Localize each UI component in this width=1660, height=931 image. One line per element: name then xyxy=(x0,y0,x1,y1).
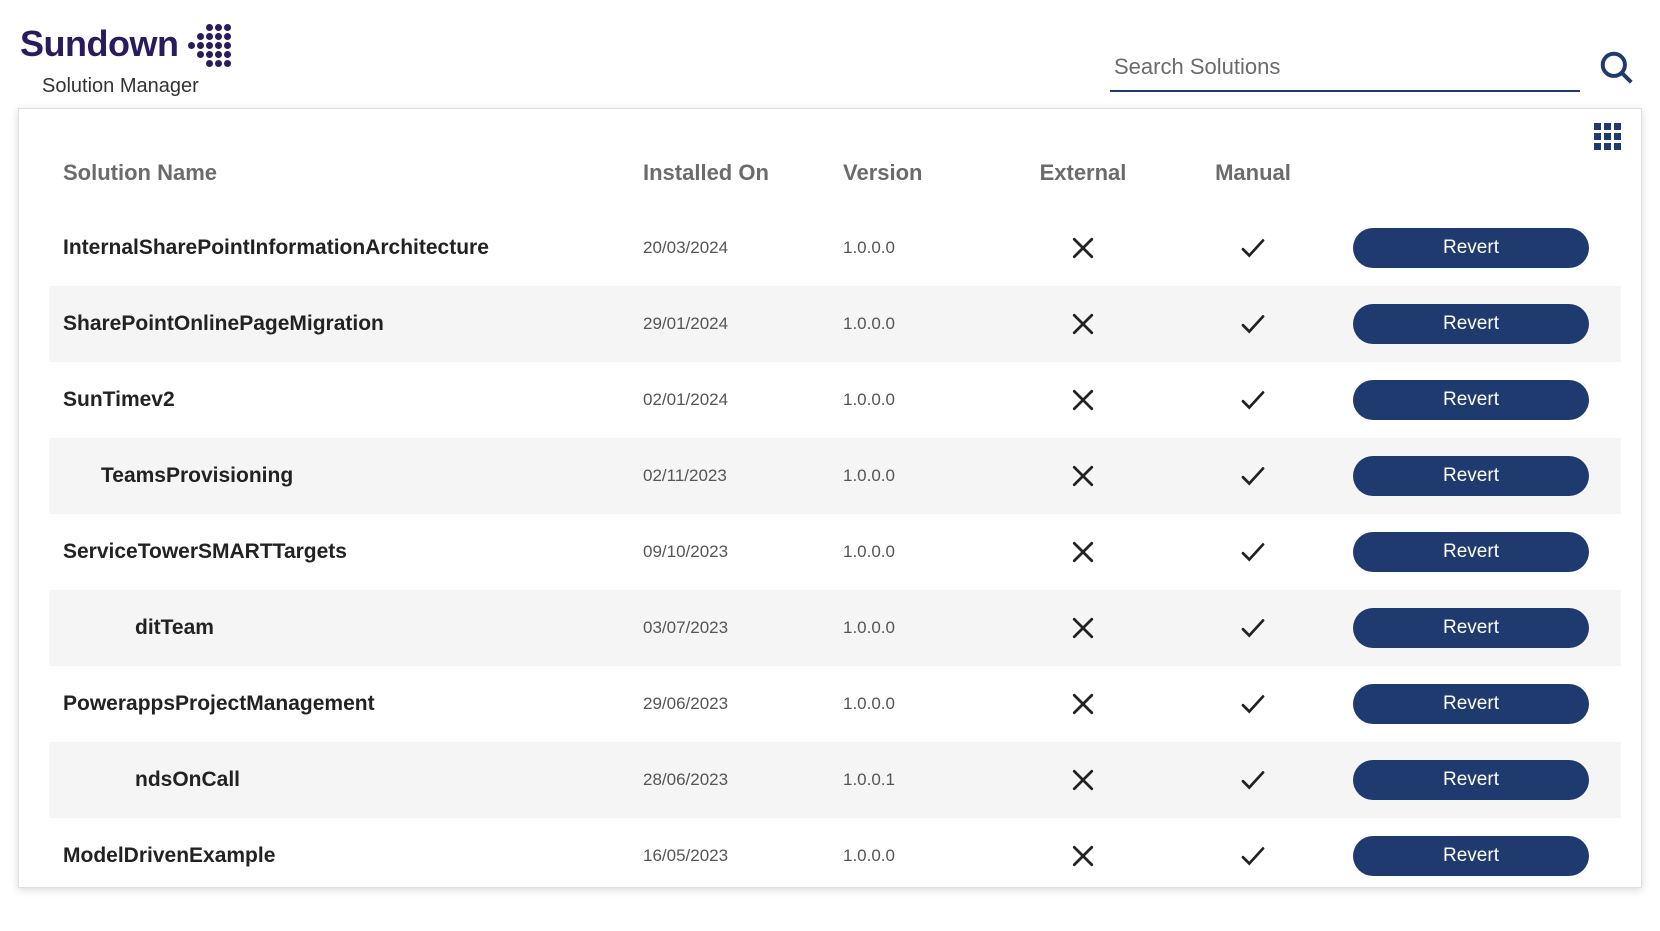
table-row: SharePointOnlinePageMigration29/01/20241… xyxy=(49,286,1621,362)
revert-button[interactable]: Revert xyxy=(1353,456,1589,496)
cross-icon xyxy=(1013,309,1183,339)
solution-name: SharePointOnlinePageMigration xyxy=(63,312,643,336)
revert-button[interactable]: Revert xyxy=(1353,228,1589,268)
table-row: ndsOnCall28/06/20231.0.0.1 Revert xyxy=(49,742,1621,818)
cross-icon xyxy=(1013,765,1183,795)
solution-name: ditTeam xyxy=(63,616,643,640)
cross-icon xyxy=(1013,385,1183,415)
table-row: ditTeam03/07/20231.0.0.0 Revert xyxy=(49,590,1621,666)
table-header-row: Solution Name Installed On Version Exter… xyxy=(49,150,1621,210)
revert-button[interactable]: Revert xyxy=(1353,532,1589,572)
cross-icon xyxy=(1013,233,1183,263)
revert-button[interactable]: Revert xyxy=(1353,608,1589,648)
version: 1.0.0.0 xyxy=(843,238,1013,258)
check-icon xyxy=(1183,689,1353,719)
version: 1.0.0.0 xyxy=(843,466,1013,486)
solution-name: ndsOnCall xyxy=(63,768,643,792)
solution-name: InternalSharePointInformationArchitectur… xyxy=(63,236,643,260)
column-header-manual: Manual xyxy=(1183,160,1353,186)
table-row: ModelDrivenExample16/05/20231.0.0.0 Rever… xyxy=(49,818,1621,887)
app-header: Sundown Solution Manager xyxy=(0,0,1660,108)
installed-date: 29/01/2024 xyxy=(643,314,843,334)
column-header-external: External xyxy=(1013,160,1183,186)
installed-date: 03/07/2023 xyxy=(643,618,843,638)
solution-name: ServiceTowerSMARTTargets xyxy=(63,540,643,564)
check-icon xyxy=(1183,841,1353,871)
check-icon xyxy=(1183,309,1353,339)
column-header-installed: Installed On xyxy=(643,160,843,186)
revert-button[interactable]: Revert xyxy=(1353,304,1589,344)
logo-dots-icon xyxy=(188,24,231,67)
solutions-panel: Solution Name Installed On Version Exter… xyxy=(18,108,1642,888)
revert-button[interactable]: Revert xyxy=(1353,836,1589,876)
version: 1.0.0.0 xyxy=(843,390,1013,410)
check-icon xyxy=(1183,233,1353,263)
logo-block: Sundown Solution Manager xyxy=(20,20,231,98)
column-header-name: Solution Name xyxy=(63,160,643,186)
version: 1.0.0.0 xyxy=(843,846,1013,866)
table-row: TeamsProvisioning02/11/20231.0.0.0 Revert xyxy=(49,438,1621,514)
table-row: PowerappsProjectManagement29/06/20231.0.… xyxy=(49,666,1621,742)
check-icon xyxy=(1183,537,1353,567)
column-header-version: Version xyxy=(843,160,1013,186)
check-icon xyxy=(1183,765,1353,795)
installed-date: 20/03/2024 xyxy=(643,238,843,258)
installed-date: 02/11/2023 xyxy=(643,466,843,486)
solutions-table[interactable]: Solution Name Installed On Version Exter… xyxy=(19,150,1641,887)
revert-button[interactable]: Revert xyxy=(1353,760,1589,800)
check-icon xyxy=(1183,385,1353,415)
solution-name: ModelDrivenExample xyxy=(63,844,643,868)
check-icon xyxy=(1183,613,1353,643)
solution-name: SunTimev2 xyxy=(63,388,643,412)
table-row: ServiceTowerSMARTTargets09/10/20231.0.0.… xyxy=(49,514,1621,590)
installed-date: 16/05/2023 xyxy=(643,846,843,866)
table-row: InternalSharePointInformationArchitectur… xyxy=(49,210,1621,286)
version: 1.0.0.1 xyxy=(843,770,1013,790)
grid-view-icon[interactable] xyxy=(1594,123,1621,150)
revert-button[interactable]: Revert xyxy=(1353,684,1589,724)
version: 1.0.0.0 xyxy=(843,618,1013,638)
cross-icon xyxy=(1013,461,1183,491)
installed-date: 02/01/2024 xyxy=(643,390,843,410)
installed-date: 09/10/2023 xyxy=(643,542,843,562)
search-input[interactable] xyxy=(1110,48,1580,92)
search-area xyxy=(1110,48,1636,92)
cross-icon xyxy=(1013,841,1183,871)
revert-button[interactable]: Revert xyxy=(1353,380,1589,420)
search-icon[interactable] xyxy=(1598,49,1636,92)
page-subtitle: Solution Manager xyxy=(42,75,231,98)
solution-name: TeamsProvisioning xyxy=(63,464,643,488)
logo-text: Sundown xyxy=(20,23,178,65)
cross-icon xyxy=(1013,689,1183,719)
version: 1.0.0.0 xyxy=(843,314,1013,334)
version: 1.0.0.0 xyxy=(843,542,1013,562)
solution-name: PowerappsProjectManagement xyxy=(63,692,643,716)
installed-date: 28/06/2023 xyxy=(643,770,843,790)
version: 1.0.0.0 xyxy=(843,694,1013,714)
check-icon xyxy=(1183,461,1353,491)
cross-icon xyxy=(1013,613,1183,643)
installed-date: 29/06/2023 xyxy=(643,694,843,714)
table-row: SunTimev202/01/20241.0.0.0 Revert xyxy=(49,362,1621,438)
cross-icon xyxy=(1013,537,1183,567)
